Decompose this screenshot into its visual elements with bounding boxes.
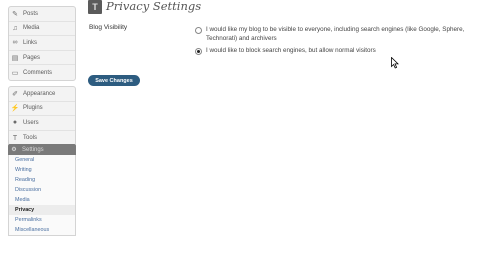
sidebar-item-label: Links bbox=[23, 39, 38, 46]
settings-icon: ⚙ bbox=[11, 147, 17, 153]
sidebar-item-label: Plugins bbox=[23, 105, 43, 112]
media-icon: ♫ bbox=[12, 24, 18, 32]
submenu-item-discussion[interactable]: Discussion bbox=[9, 185, 75, 195]
sidebar-item-label: Users bbox=[23, 119, 39, 126]
sidebar-item-settings[interactable]: ⚙ Settings bbox=[8, 144, 76, 155]
blog-visibility-label: Blog Visibility bbox=[89, 24, 128, 31]
tools-icon: T bbox=[12, 134, 18, 142]
sidebar-item-label: Settings bbox=[22, 146, 44, 153]
brush-icon: ✐ bbox=[12, 90, 18, 98]
settings-submenu: General Writing Reading Discussion Media… bbox=[8, 155, 76, 236]
option-label: I would like my blog to be visible to ev… bbox=[206, 26, 465, 42]
submenu-item-reading[interactable]: Reading bbox=[9, 175, 75, 185]
comment-icon: ▭ bbox=[11, 69, 19, 77]
submenu-item-permalinks[interactable]: Permalinks bbox=[9, 215, 75, 225]
pushpin-icon: ✎ bbox=[12, 10, 18, 18]
sidebar-item-pages[interactable]: ▤ Pages bbox=[9, 51, 75, 66]
sidebar-item-label: Appearance bbox=[23, 90, 56, 97]
sidebar-item-label: Posts bbox=[23, 10, 39, 17]
menu-group-content: ✎ Posts ♫ Media ∞ Links ▤ Pages ▭ Commen… bbox=[8, 6, 76, 81]
option-label: I would like to block search engines, bu… bbox=[206, 47, 376, 54]
save-changes-button[interactable]: Save Changes bbox=[88, 75, 140, 86]
sidebar-item-plugins[interactable]: ⚡ Plugins bbox=[9, 102, 75, 117]
sidebar-item-links[interactable]: ∞ Links bbox=[9, 36, 75, 51]
submenu-item-privacy[interactable]: Privacy bbox=[9, 205, 75, 215]
sidebar-item-label: Pages bbox=[23, 54, 41, 61]
submenu-item-miscellaneous[interactable]: Miscellaneous bbox=[9, 225, 75, 235]
sidebar-item-users[interactable]: ● Users bbox=[9, 116, 75, 131]
visibility-option-block[interactable]: I would like to block search engines, bu… bbox=[195, 47, 480, 56]
mouse-cursor-icon bbox=[391, 57, 399, 69]
user-icon: ● bbox=[12, 119, 18, 127]
sidebar-item-label: Comments bbox=[23, 69, 53, 76]
admin-sidebar: ✎ Posts ♫ Media ∞ Links ▤ Pages ▭ Commen… bbox=[0, 0, 78, 270]
sidebar-item-label: Tools bbox=[23, 135, 38, 142]
submenu-item-media[interactable]: Media bbox=[9, 195, 75, 205]
plug-icon: ⚡ bbox=[10, 105, 20, 113]
radio-public[interactable] bbox=[195, 27, 202, 34]
page-icon: ▤ bbox=[11, 54, 19, 62]
sidebar-item-appearance[interactable]: ✐ Appearance bbox=[9, 87, 75, 102]
page-title: Privacy Settings bbox=[106, 0, 202, 13]
link-icon: ∞ bbox=[12, 39, 18, 47]
menu-group-admin: ✐ Appearance ⚡ Plugins ● Users T Tools bbox=[8, 86, 76, 147]
submenu-item-general[interactable]: General bbox=[9, 155, 75, 165]
sidebar-item-label: Media bbox=[23, 25, 40, 32]
radio-block-search-engines[interactable] bbox=[195, 48, 202, 55]
sidebar-item-posts[interactable]: ✎ Posts bbox=[9, 7, 75, 22]
visibility-option-public[interactable]: I would like my blog to be visible to ev… bbox=[195, 26, 480, 43]
sidebar-item-media[interactable]: ♫ Media bbox=[9, 22, 75, 37]
settings-page-icon: T bbox=[88, 0, 102, 14]
submenu-item-writing[interactable]: Writing bbox=[9, 165, 75, 175]
sidebar-item-comments[interactable]: ▭ Comments bbox=[9, 65, 75, 80]
